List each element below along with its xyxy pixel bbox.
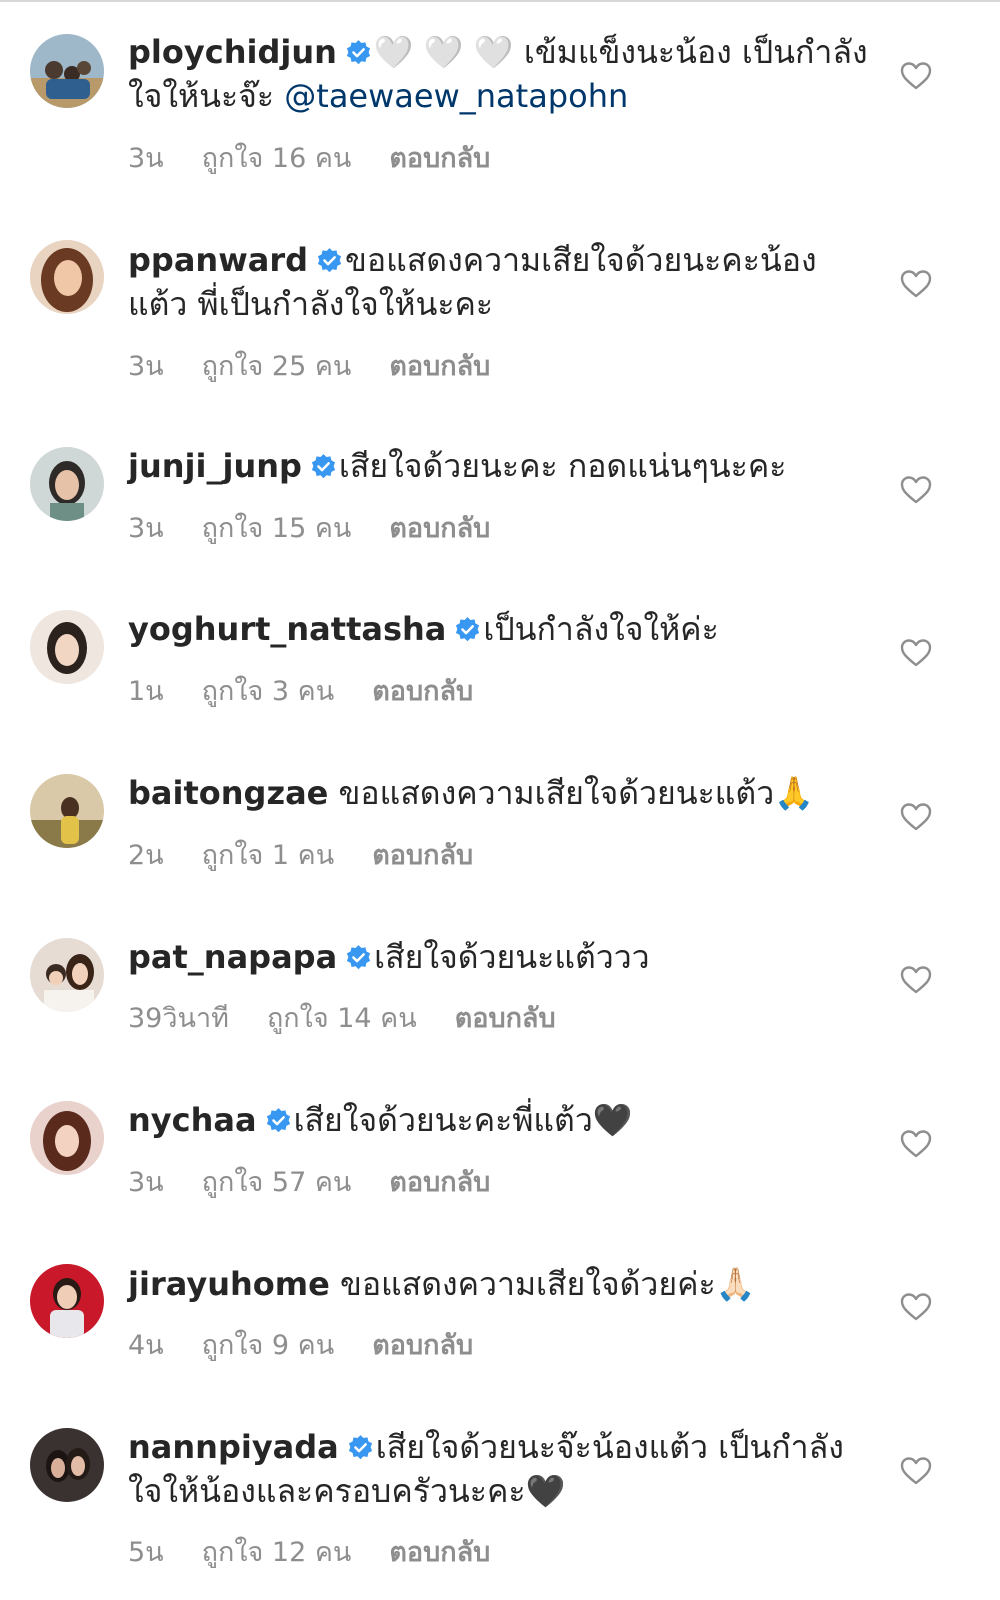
verified-badge-icon [310,453,337,480]
comment-username[interactable]: jirayuhome [128,1265,330,1303]
avatar[interactable] [30,1428,104,1502]
reply-button[interactable]: ตอบกลับ [389,513,490,544]
reply-button[interactable]: ตอบกลับ [455,1003,556,1034]
comment-time: 4น [128,1330,164,1361]
comment-username[interactable]: ppanward [128,241,308,279]
verified-badge-icon [454,616,481,643]
comment-text: เสียใจด้วยนะคะพี่แต้ว🖤 [293,1101,633,1139]
avatar[interactable] [30,1101,104,1175]
comment-time: 1น [128,676,164,707]
likes-count[interactable]: ถูกใจ 57 คน [202,1167,352,1198]
avatar[interactable] [30,938,104,1012]
avatar[interactable] [30,610,104,684]
comment-time: 3น [128,513,164,544]
comment-username[interactable]: yoghurt_nattasha [128,610,446,648]
comment-text: ขอแสดงความเสียใจด้วยนะแต้ว🙏 [338,774,814,812]
heart-outline-icon[interactable] [900,965,932,995]
heart-outline-icon[interactable] [900,269,932,299]
reply-button[interactable]: ตอบกลับ [372,1330,473,1361]
comment-time: 3น [128,143,164,174]
comment-text: เป็นกำลังใจให้ค่ะ [483,610,719,648]
heart-emojis: 🤍 🤍 🤍 [373,33,514,71]
avatar[interactable] [30,34,104,108]
comment-username[interactable]: nannpiyada [128,1428,339,1466]
comment-time: 3น [128,351,164,382]
comment-time: 5น [128,1537,164,1568]
verified-badge-icon [316,247,343,274]
comment-username[interactable]: nychaa [128,1101,257,1139]
likes-count[interactable]: ถูกใจ 12 คน [202,1537,352,1568]
heart-outline-icon[interactable] [900,1292,932,1322]
comment-username[interactable]: junji_junp [128,447,302,485]
mention-link[interactable]: @taewaew_natapohn [284,77,628,115]
comment-text: เสียใจด้วยนะคะ กอดแน่นๆนะคะ [338,447,787,485]
heart-outline-icon[interactable] [900,638,932,668]
likes-count[interactable]: ถูกใจ 9 คน [202,1330,335,1361]
verified-badge-icon [345,39,372,66]
verified-badge-icon [345,944,372,971]
reply-button[interactable]: ตอบกลับ [389,1167,490,1198]
comment-time: 39วินาที [128,1003,229,1034]
heart-outline-icon[interactable] [900,61,932,91]
likes-count[interactable]: ถูกใจ 1 คน [202,840,335,871]
comment-username[interactable]: ploychidjun [128,33,337,71]
avatar[interactable] [30,1264,104,1338]
avatar[interactable] [30,240,104,314]
verified-badge-icon [265,1107,292,1134]
heart-outline-icon[interactable] [900,802,932,832]
likes-count[interactable]: ถูกใจ 3 คน [202,676,335,707]
likes-count[interactable]: ถูกใจ 14 คน [267,1003,417,1034]
comment-text: ขอแสดงความเสียใจด้วยค่ะ🙏🏻 [339,1265,756,1303]
avatar[interactable] [30,774,104,848]
comment-username[interactable]: pat_napapa [128,938,337,976]
reply-button[interactable]: ตอบกลับ [389,1537,490,1568]
reply-button[interactable]: ตอบกลับ [389,351,490,382]
top-divider [0,0,1000,2]
comment-username[interactable]: baitongzae [128,774,328,812]
reply-button[interactable]: ตอบกลับ [389,143,490,174]
reply-button[interactable]: ตอบกลับ [372,676,473,707]
likes-count[interactable]: ถูกใจ 25 คน [202,351,352,382]
heart-outline-icon[interactable] [900,1129,932,1159]
reply-button[interactable]: ตอบกลับ [372,840,473,871]
verified-badge-icon [347,1434,374,1461]
comment-text: เสียใจด้วยนะแต้ววว [374,938,650,976]
comment-time: 2น [128,840,164,871]
heart-outline-icon[interactable] [900,1456,932,1486]
comment-time: 3น [128,1167,164,1198]
avatar[interactable] [30,447,104,521]
likes-count[interactable]: ถูกใจ 16 คน [202,143,352,174]
likes-count[interactable]: ถูกใจ 15 คน [202,513,352,544]
heart-outline-icon[interactable] [900,475,932,505]
